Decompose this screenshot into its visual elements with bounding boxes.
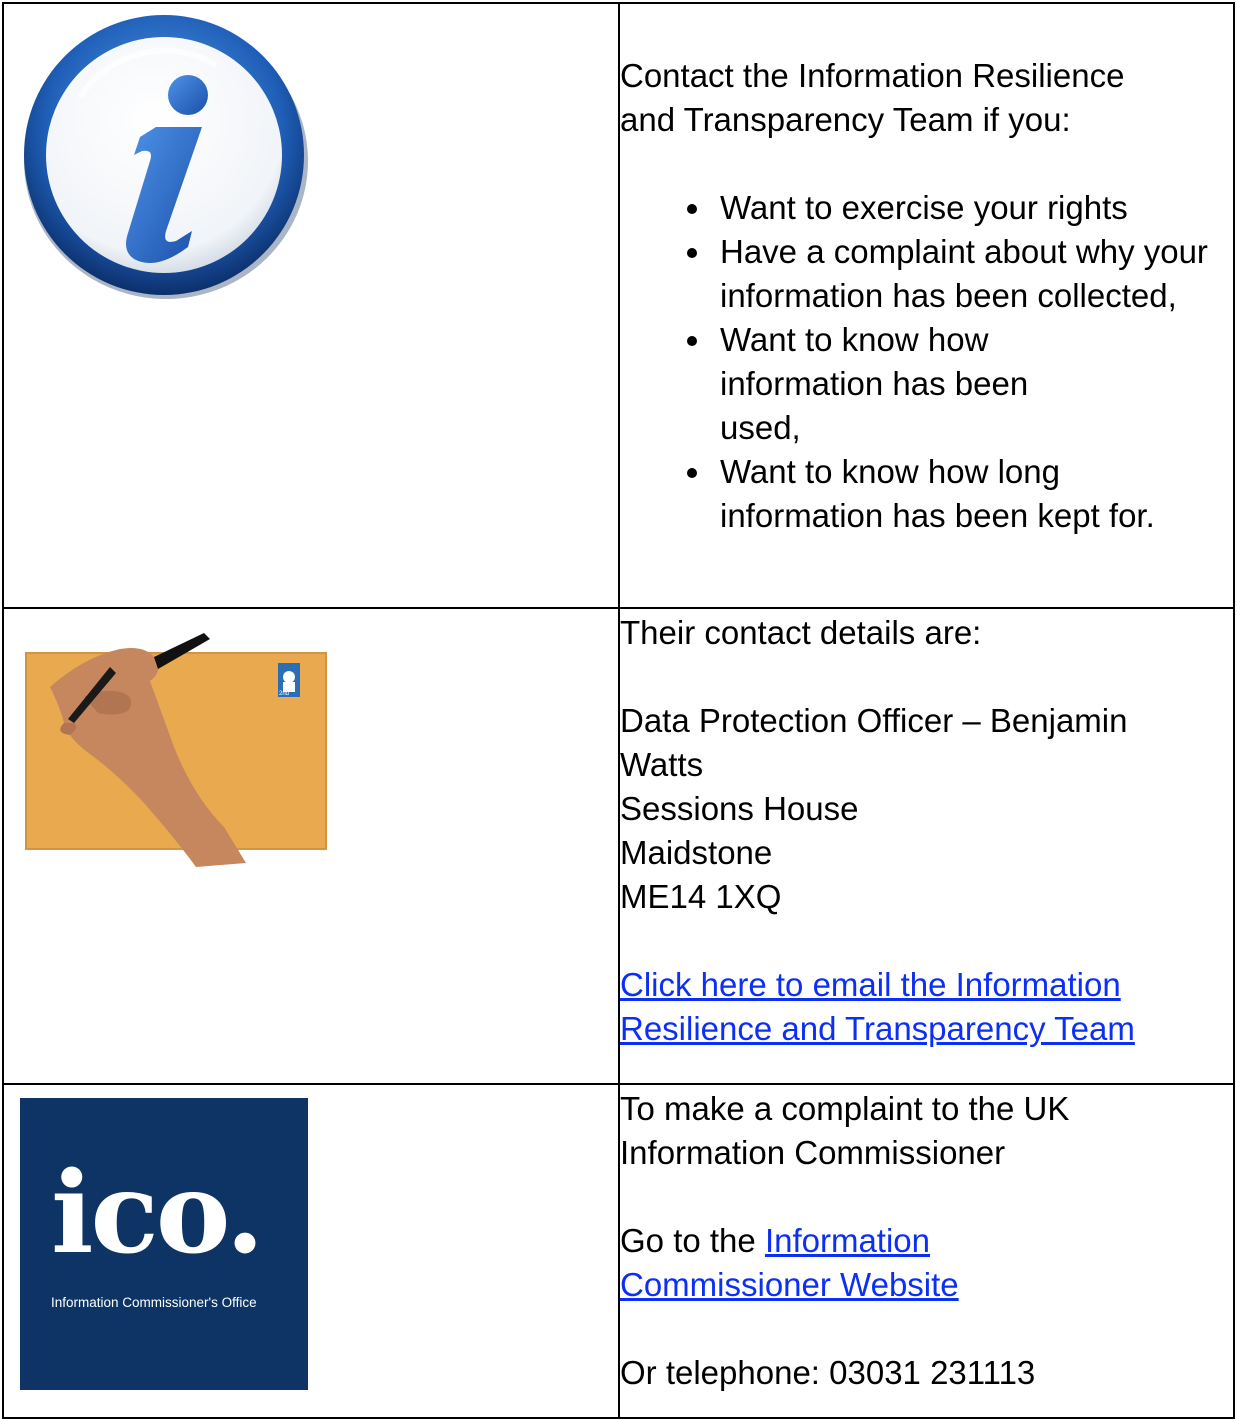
contact-heading: Their contact details are: [620,614,982,651]
list-item: Want to exercise your rights [714,186,1233,230]
rights-cell: Contact the Information Resilience and T… [618,2,1235,609]
list-item: Have a complaint about why your informat… [714,230,1233,318]
list-item: Want to know how long information has be… [714,450,1233,538]
contact-cell: Their contact details are: Data Protecti… [618,607,1235,1085]
address-line: Sessions House [620,790,859,827]
ico-subtitle: Information Commissioner's Office [51,1295,257,1310]
address-line: Data Protection Officer – Benjamin Watts [620,702,1128,783]
info-icon [24,15,308,299]
address-line: Maidstone [620,834,773,871]
complaint-text: To make a complaint to the UK Informatio… [620,1090,1070,1171]
stamp-text: 2nd [279,691,289,697]
list-item: Want to know how information has been us… [714,318,1233,450]
envelope-writing-hand-image: 2nd [25,633,327,867]
go-to-text: Go to the [620,1222,765,1259]
ico-logo: ico. Information Commissioner's Office [20,1098,308,1390]
telephone-text: Or telephone: 03031 231113 [620,1354,1036,1391]
address-line: ME14 1XQ [620,878,782,915]
table-row: ico. Information Commissioner's Office T… [2,1083,1235,1419]
table-row: Contact the Information Resilience and T… [2,2,1235,609]
rights-list: Want to exercise your rights Have a comp… [620,186,1233,538]
ico-wordmark: ico. [51,1148,264,1279]
complaint-cell: To make a complaint to the UK Informatio… [618,1083,1235,1419]
envelope-cell: 2nd [2,607,620,1085]
website-line: Go to the Information Commissioner Websi… [620,1219,1040,1307]
table-row: 2nd Their contact details are: Data Prot… [2,607,1235,1085]
email-team-link[interactable]: Click here to email the Information Resi… [620,966,1135,1047]
intro-text: Contact the Information Resilience and T… [620,57,1125,138]
contact-table: Contact the Information Resilience and T… [2,2,1235,1419]
ico-logo-cell: ico. Information Commissioner's Office [2,1083,620,1419]
info-icon-cell [2,2,620,609]
